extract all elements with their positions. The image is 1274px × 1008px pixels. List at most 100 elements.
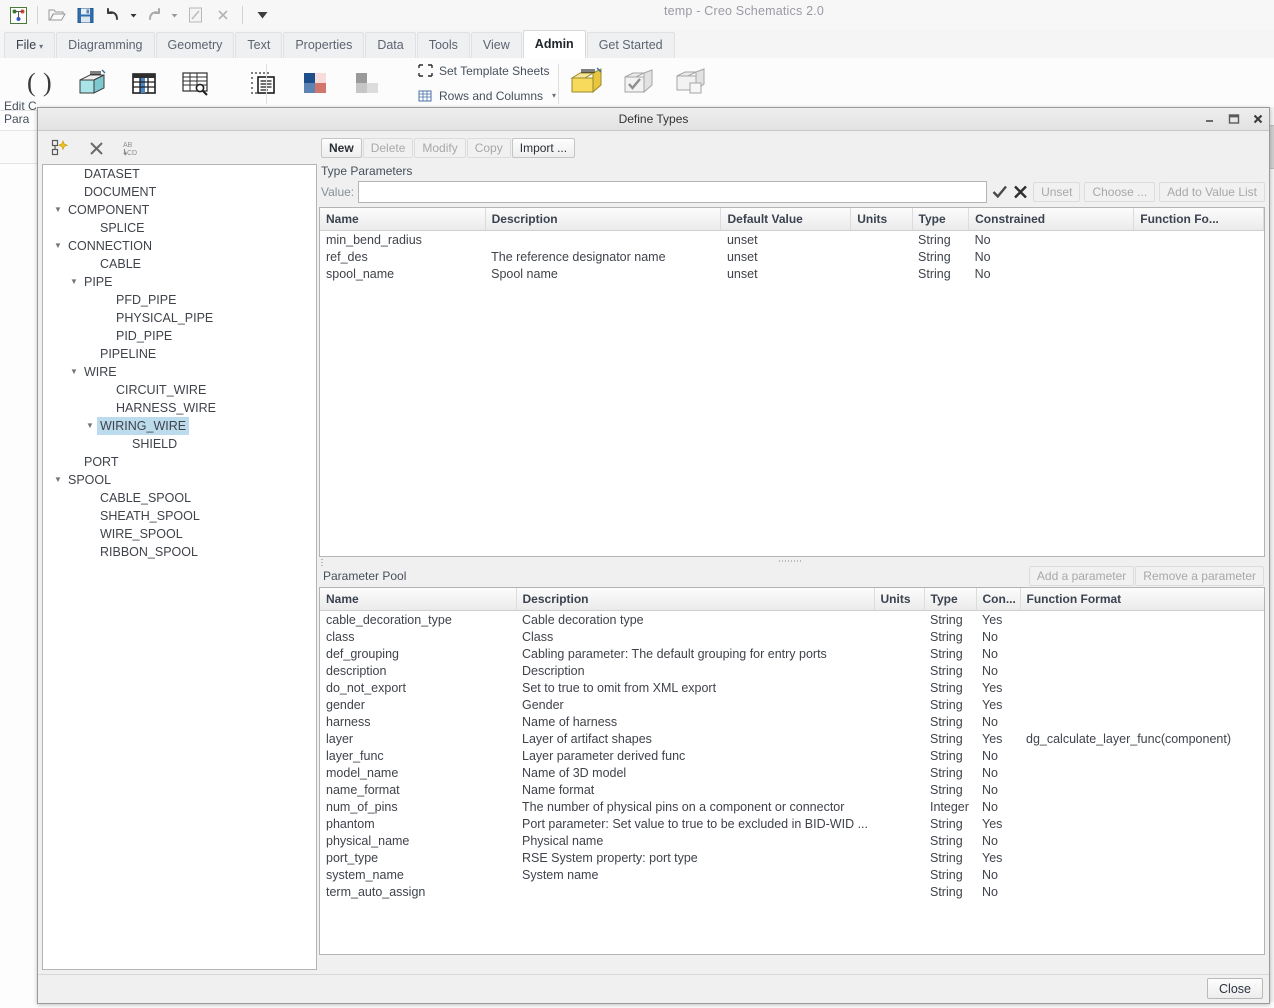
set-template-sheets-button[interactable]: Set Template Sheets — [414, 60, 554, 82]
type-tree[interactable]: DATASET DOCUMENT ▼ COMPONENT SPLICE ▼ CONNECTI… — [42, 164, 317, 970]
table-row[interactable]: spool_name Spool name unset String No — [320, 265, 1264, 282]
catalog-icon[interactable] — [66, 58, 118, 108]
new-type-icon[interactable] — [50, 138, 70, 158]
table-row[interactable]: do_not_export Set to true to omit from XM… — [320, 679, 1264, 696]
cancel-icon[interactable] — [1012, 184, 1029, 201]
tree-node-wiring_wire[interactable]: ▼ WIRING_WIRE — [43, 417, 316, 435]
table-row[interactable]: model_name Name of 3D model String No — [320, 764, 1264, 781]
table-row[interactable]: layer Layer of artifact shapes String Yes dg… — [320, 730, 1264, 747]
table-row[interactable]: gender Gender String Yes — [320, 696, 1264, 713]
tree-node-pfd_pipe[interactable]: PFD_PIPE — [43, 291, 316, 309]
tree-node-wire_spool[interactable]: WIRE_SPOOL — [43, 525, 316, 543]
table-row[interactable]: harness Name of harness String No — [320, 713, 1264, 730]
table-row[interactable]: num_of_pins The number of physical pins o… — [320, 798, 1264, 815]
validate-types-icon[interactable] — [614, 58, 666, 108]
table-row[interactable]: phantom Port parameter: Set value to true… — [320, 815, 1264, 832]
tab-get-started[interactable]: Get Started — [586, 32, 675, 58]
tab-file[interactable]: File ▾ — [4, 32, 56, 58]
tree-node-document[interactable]: DOCUMENT — [43, 183, 316, 201]
tab-diagramming[interactable]: Diagramming — [56, 32, 155, 58]
horizontal-splitter[interactable] — [319, 557, 1265, 565]
delete-type-icon[interactable] — [86, 138, 106, 158]
twisty-expanded-icon[interactable]: ▼ — [51, 237, 65, 255]
tree-node-pipe[interactable]: ▼ PIPE — [43, 273, 316, 291]
check-icon[interactable] — [991, 184, 1008, 201]
twisty-expanded-icon[interactable]: ▼ — [51, 471, 65, 489]
tree-node-shield[interactable]: SHIELD — [43, 435, 316, 453]
column-header-con[interactable]: Con... — [976, 588, 1021, 611]
table-row[interactable]: physical_name Physical name String No — [320, 832, 1264, 849]
value-input[interactable] — [358, 181, 988, 203]
tab-view[interactable]: View — [470, 32, 522, 58]
table-row[interactable]: system_name System name String No — [320, 866, 1264, 883]
list-icon[interactable] — [238, 58, 290, 108]
table-row[interactable]: def_grouping Cabling parameter: The defau… — [320, 645, 1264, 662]
remove-a-parameter-button[interactable]: Remove a parameter — [1135, 566, 1264, 586]
tree-node-dataset[interactable]: DATASET — [43, 165, 316, 183]
delete-button[interactable]: Delete — [362, 138, 414, 158]
modify-button[interactable]: Modify — [414, 138, 466, 158]
tree-node-connection[interactable]: ▼ CONNECTION — [43, 237, 316, 255]
import-button[interactable]: Import ... — [511, 138, 576, 158]
table-row[interactable]: cable_decoration_type Cable decoration ty… — [320, 611, 1264, 629]
column-header-constrained[interactable]: Constrained — [968, 208, 1135, 231]
maximize-button[interactable] — [1226, 112, 1241, 127]
column-header-functionfo[interactable]: Function Fo... — [1133, 208, 1264, 231]
table-search-icon[interactable] — [170, 58, 222, 108]
tree-node-circuit_wire[interactable]: CIRCUIT_WIRE — [43, 381, 316, 399]
tree-node-port[interactable]: PORT — [43, 453, 316, 471]
tree-node-sheath_spool[interactable]: SHEATH_SPOOL — [43, 507, 316, 525]
tree-node-cable_spool[interactable]: CABLE_SPOOL — [43, 489, 316, 507]
twisty-expanded-icon[interactable]: ▼ — [51, 201, 65, 219]
column-header-name[interactable]: Name — [320, 208, 486, 231]
tree-node-ribbon_spool[interactable]: RIBBON_SPOOL — [43, 543, 316, 561]
column-header-units[interactable]: Units — [850, 208, 913, 231]
new-button[interactable]: New — [321, 138, 362, 158]
column-header-type[interactable]: Type — [912, 208, 970, 231]
type-parameters-table[interactable]: Name Description Default Value Units Type Con… — [319, 207, 1265, 557]
tab-text[interactable]: Text — [235, 32, 283, 58]
unset-button[interactable]: Unset — [1033, 182, 1081, 202]
twisty-expanded-icon[interactable]: ▼ — [67, 273, 81, 291]
copy-types-icon[interactable] — [666, 58, 718, 108]
tree-node-component[interactable]: ▼ COMPONENT — [43, 201, 316, 219]
tab-tools[interactable]: Tools — [416, 32, 470, 58]
rename-type-icon[interactable]: AB CD — [122, 138, 142, 158]
table-row[interactable]: min_bend_radius unset String No — [320, 231, 1264, 249]
tree-node-physical_pipe[interactable]: PHYSICAL_PIPE — [43, 309, 316, 327]
column-header-units[interactable]: Units — [874, 588, 925, 611]
tab-admin[interactable]: Admin — [522, 30, 586, 58]
tree-node-spool[interactable]: ▼ SPOOL — [43, 471, 316, 489]
define-types-icon[interactable] — [562, 58, 614, 108]
tree-node-wire[interactable]: ▼ WIRE — [43, 363, 316, 381]
close-button[interactable] — [1250, 112, 1265, 127]
dialog-title-bar[interactable]: Define Types — [38, 108, 1269, 131]
table-row[interactable]: name_format Name format String No — [320, 781, 1264, 798]
column-header-defaultvalue[interactable]: Default Value — [720, 208, 852, 231]
table-row[interactable]: class Class String No — [320, 628, 1264, 645]
tab-properties[interactable]: Properties — [283, 32, 365, 58]
grayscale-icon[interactable] — [342, 58, 394, 108]
rows-and-columns-button[interactable]: Rows and Columns ▾ — [414, 85, 560, 107]
column-header-functionformat[interactable]: Function Format — [1020, 588, 1264, 611]
twisty-expanded-icon[interactable]: ▼ — [67, 363, 81, 381]
table-icon[interactable] — [118, 58, 170, 108]
tab-data[interactable]: Data — [365, 32, 416, 58]
tab-geometry[interactable]: Geometry — [155, 32, 235, 58]
twisty-expanded-icon[interactable]: ▼ — [83, 417, 97, 435]
parameter-pool-table[interactable]: Name Description Units Type Con... Function F… — [319, 587, 1265, 955]
column-header-name[interactable]: Name — [320, 588, 517, 611]
table-row[interactable]: description Description String No — [320, 662, 1264, 679]
add-a-parameter-button[interactable]: Add a parameter — [1028, 566, 1135, 586]
close-dialog-button[interactable]: Close — [1207, 978, 1263, 999]
column-header-type[interactable]: Type — [924, 588, 977, 611]
tree-node-splice[interactable]: SPLICE — [43, 219, 316, 237]
choose-button[interactable]: Choose ... — [1084, 182, 1156, 202]
tree-node-cable[interactable]: CABLE — [43, 255, 316, 273]
table-row[interactable]: layer_func Layer parameter derived func St… — [320, 747, 1264, 764]
table-row[interactable]: term_auto_assign String No — [320, 883, 1264, 900]
table-row[interactable]: ref_des The reference designator name unse… — [320, 248, 1264, 265]
table-row[interactable]: port_type RSE System property: port type S… — [320, 849, 1264, 866]
tree-node-pipeline[interactable]: PIPELINE — [43, 345, 316, 363]
color-scheme-icon[interactable] — [290, 58, 342, 108]
